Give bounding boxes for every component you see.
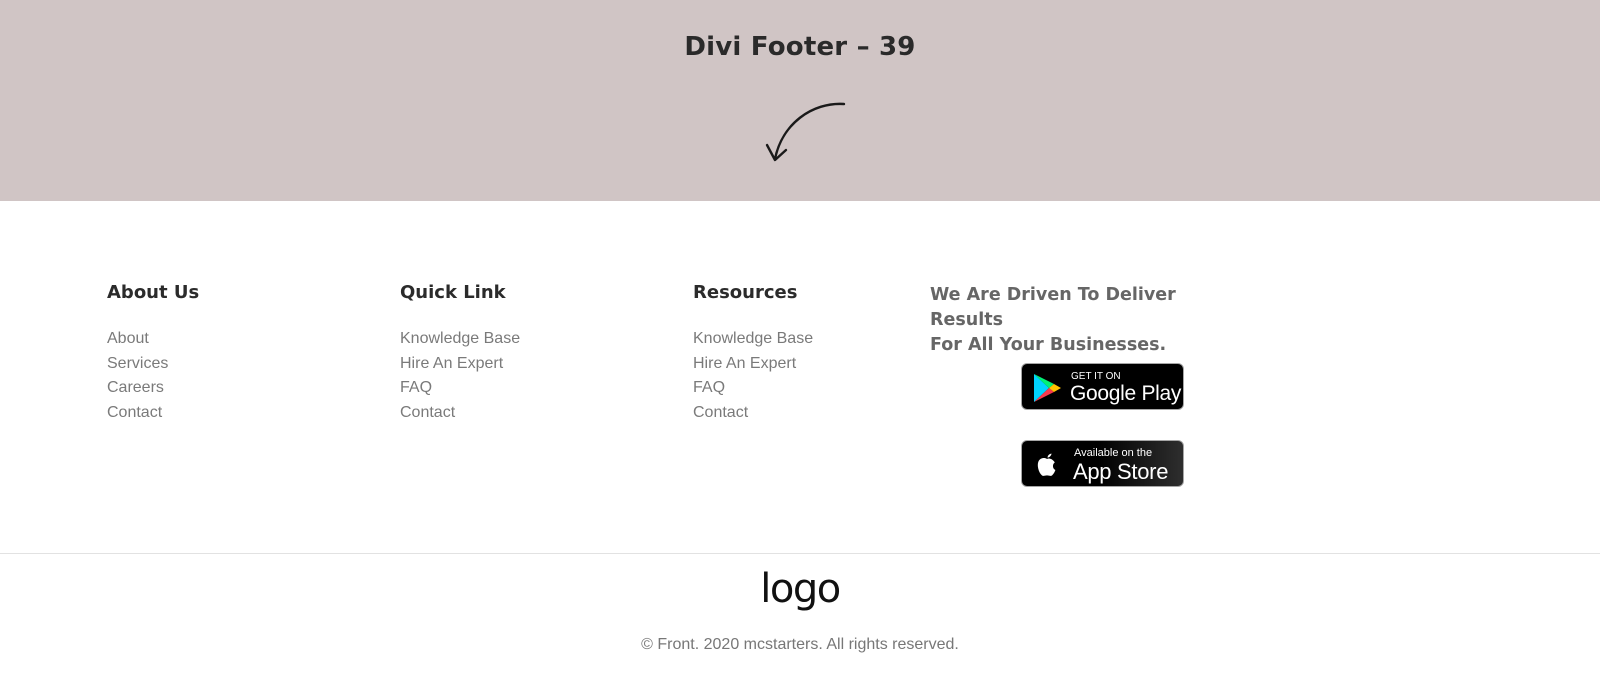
curved-arrow-down-left-icon [765, 102, 846, 162]
tagline-line: For All Your Businesses. [930, 335, 1167, 355]
column-heading: About Us [107, 282, 200, 303]
footer-link-careers[interactable]: Careers [107, 376, 199, 401]
copyright-text: © Front. 2020 mcstarters. All rights res… [641, 636, 959, 653]
google-play-badge[interactable]: GET IT ON Google Play [1021, 363, 1184, 410]
promo-tagline: We Are Driven To Deliver Results For All… [930, 283, 1250, 358]
column-heading: Quick Link [400, 282, 506, 303]
footer-link-about[interactable]: About [107, 327, 199, 352]
footer-column-resources: Resources Knowledge Base Hire An Expert … [693, 280, 813, 426]
footer-link-contact[interactable]: Contact [693, 401, 813, 426]
footer-link-contact[interactable]: Contact [107, 401, 199, 426]
link-list: Knowledge Base Hire An Expert FAQ Contac… [693, 327, 813, 426]
badge-caption: Available on the [1074, 447, 1153, 459]
tagline-line: We Are Driven To Deliver Results [930, 285, 1176, 330]
page-title: Divi Footer – 39 [684, 32, 916, 62]
badge-store-name: Google Play [1070, 382, 1182, 405]
badge-caption: GET IT ON [1071, 371, 1121, 382]
hero-banner: Divi Footer – 39 [0, 0, 1600, 201]
footer-link-knowledge-base[interactable]: Knowledge Base [400, 327, 520, 352]
footer-link-hire-an-expert[interactable]: Hire An Expert [400, 352, 520, 377]
footer-link-hire-an-expert[interactable]: Hire An Expert [693, 352, 813, 377]
footer-column-about-us: About Us About Services Careers Contact [107, 280, 199, 426]
link-list: Knowledge Base Hire An Expert FAQ Contac… [400, 327, 520, 426]
link-list: About Services Careers Contact [107, 327, 199, 426]
footer-link-services[interactable]: Services [107, 352, 199, 377]
footer-link-faq[interactable]: FAQ [693, 376, 813, 401]
footer-link-contact[interactable]: Contact [400, 401, 520, 426]
footer-divider [0, 553, 1600, 554]
footer-link-knowledge-base[interactable]: Knowledge Base [693, 327, 813, 352]
google-play-icon [1034, 374, 1061, 402]
column-heading: Resources [693, 282, 798, 303]
footer-link-faq[interactable]: FAQ [400, 376, 520, 401]
apple-icon [1037, 453, 1056, 476]
footer-column-quick-link: Quick Link Knowledge Base Hire An Expert… [400, 280, 520, 426]
logo[interactable]: logo [0, 565, 1600, 613]
app-store-badge[interactable]: Available on the App Store [1021, 440, 1184, 487]
badge-store-name: App Store [1073, 459, 1169, 484]
